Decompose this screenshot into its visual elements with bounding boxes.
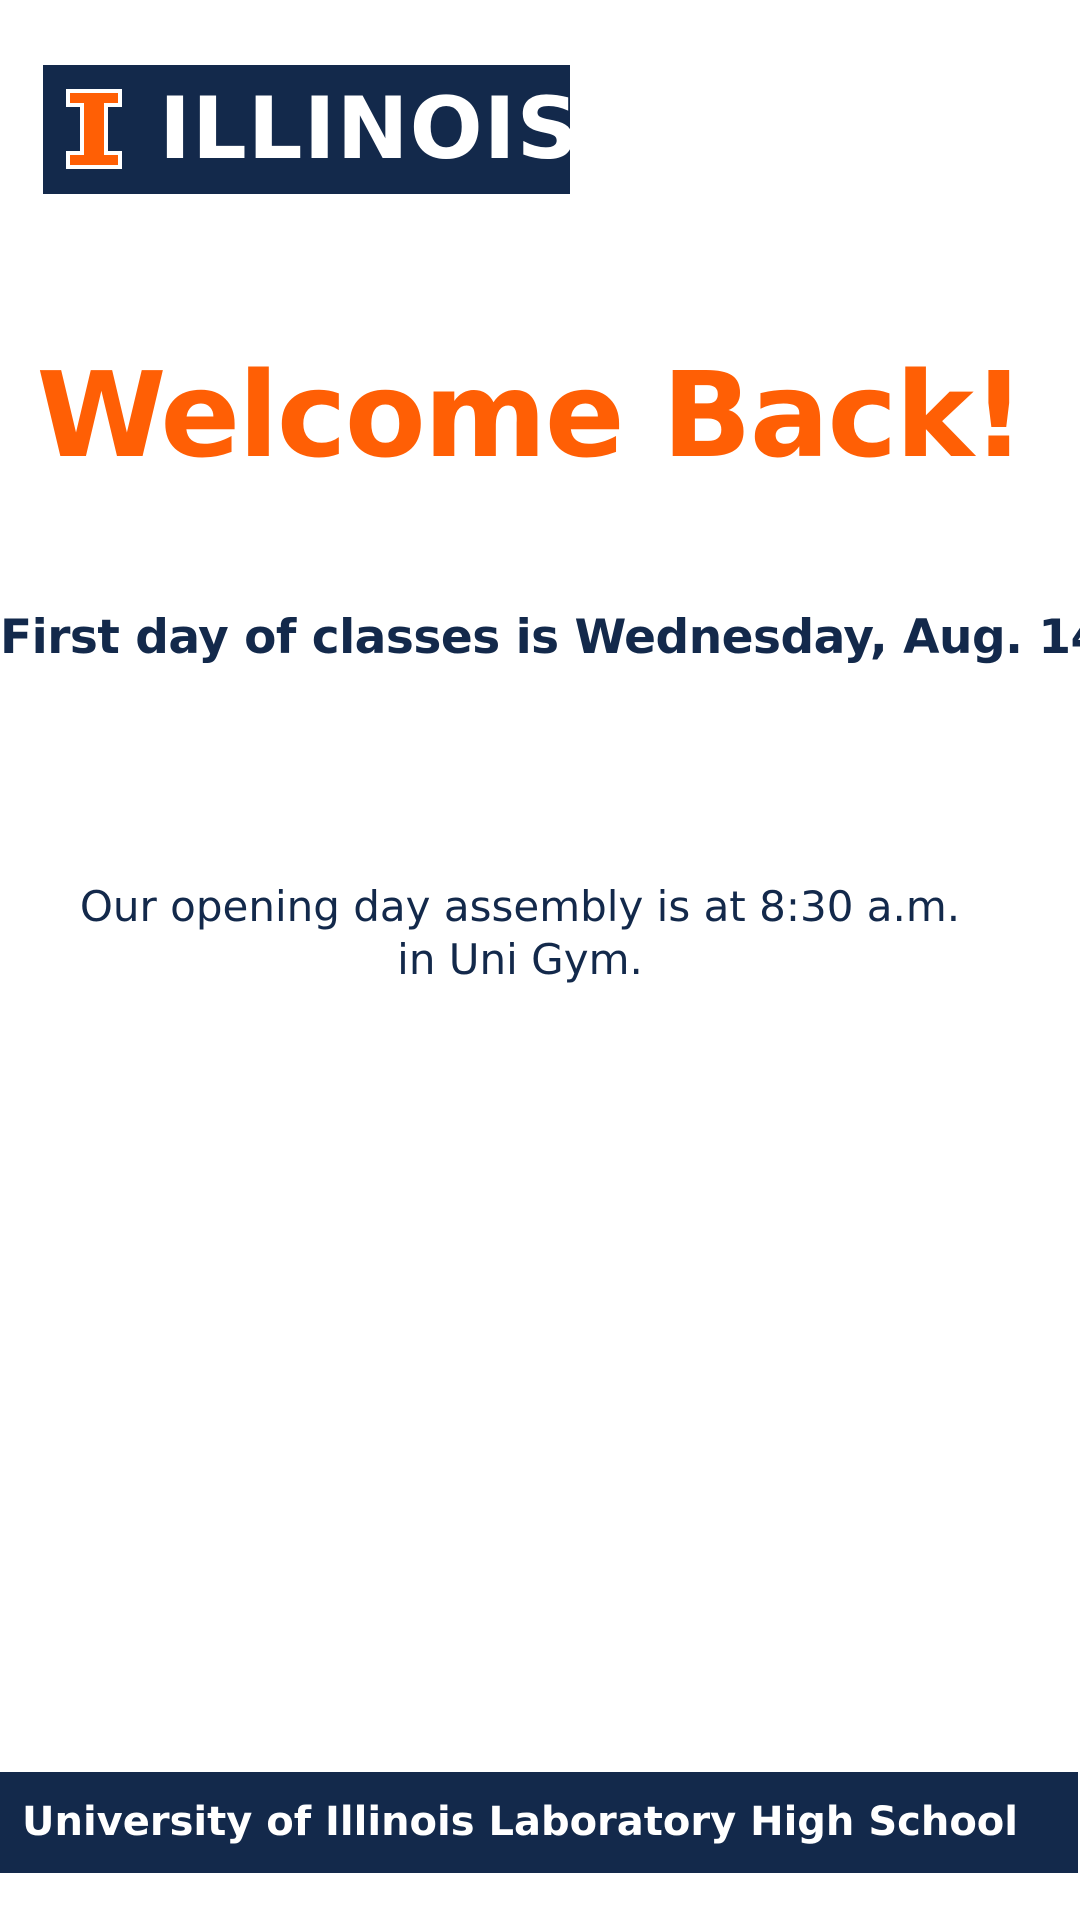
- block-i-icon: [66, 89, 122, 169]
- logo-wordmark: ILLINOIS: [159, 79, 580, 179]
- announcement-page: ILLINOIS Welcome Back! First day of clas…: [0, 0, 1080, 1920]
- assembly-details: Our opening day assembly is at 8:30 a.m.…: [0, 880, 1040, 986]
- school-name: University of Illinois Laboratory High S…: [22, 1799, 1018, 1845]
- assembly-details-line-2: in Uni Gym.: [397, 935, 643, 984]
- first-day-subheadline: First day of classes is Wednesday, Aug. …: [0, 610, 1080, 665]
- assembly-details-line-1: Our opening day assembly is at 8:30 a.m.: [79, 882, 961, 931]
- illinois-logo: ILLINOIS: [43, 65, 579, 194]
- welcome-headline: Welcome Back!: [36, 346, 1025, 484]
- footer-band: University of Illinois Laboratory High S…: [0, 1772, 1078, 1873]
